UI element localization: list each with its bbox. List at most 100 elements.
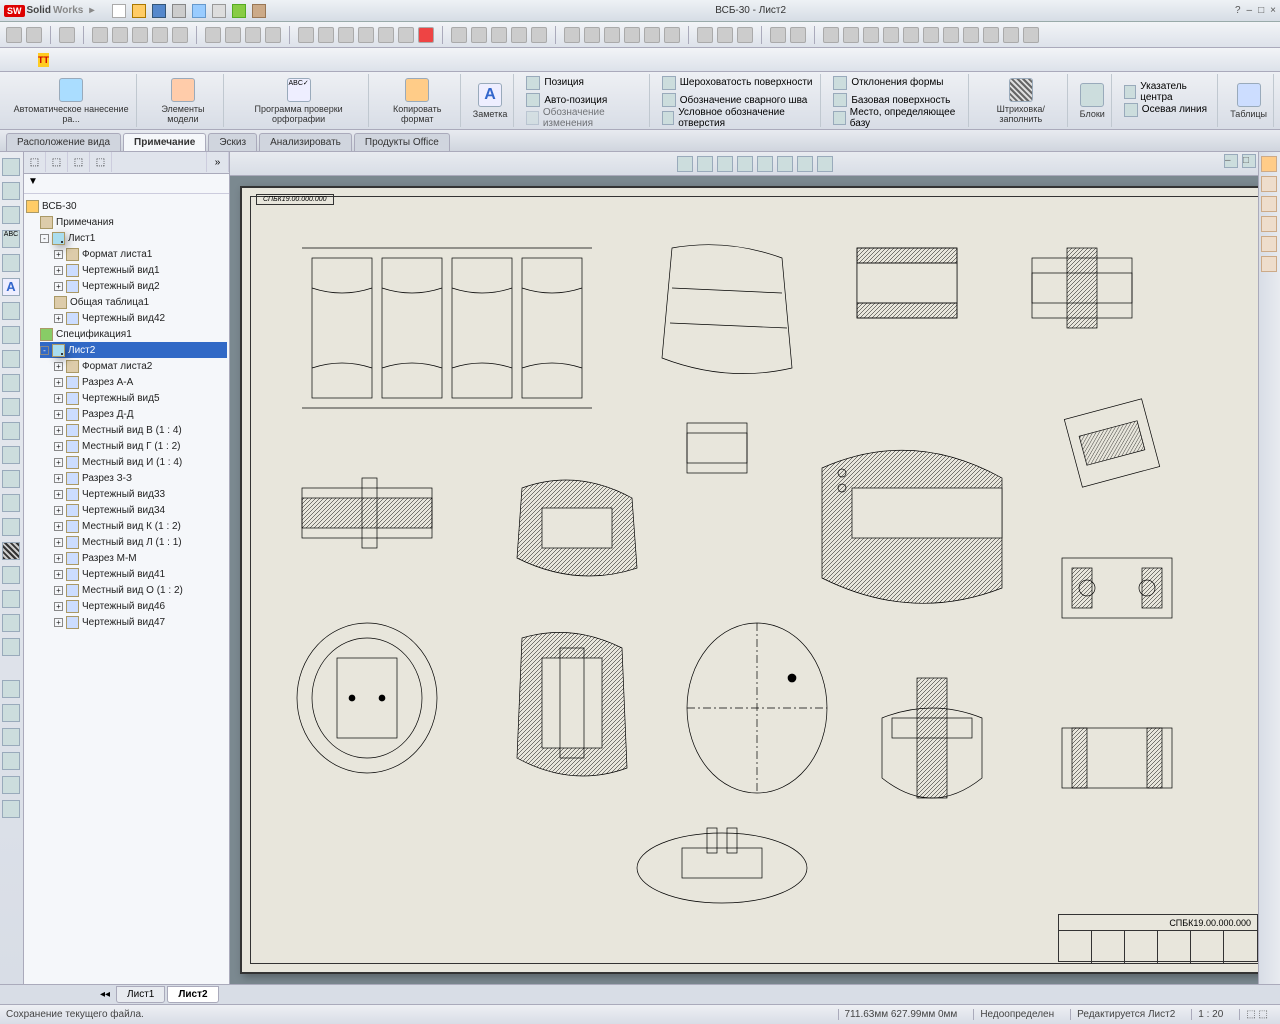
drawing-view[interactable] — [502, 448, 652, 598]
iso-icon[interactable] — [843, 27, 859, 43]
tree-filter[interactable]: ▼ — [24, 174, 229, 194]
ribbon-surface-finish[interactable]: Шероховатость поверхности — [662, 74, 813, 92]
lt-icon[interactable] — [2, 566, 20, 584]
ribbon-position[interactable]: Позиция — [526, 74, 584, 92]
lt-icon[interactable] — [2, 470, 20, 488]
pm-tab-icon[interactable]: ⬚ — [46, 152, 68, 172]
expand-icon[interactable]: + — [54, 442, 63, 451]
tb-icon[interactable] — [152, 27, 168, 43]
tabs-scroll-left-icon[interactable]: ◂◂ — [100, 989, 110, 1000]
flag-icon[interactable] — [418, 27, 434, 43]
close-icon[interactable]: × — [1270, 5, 1276, 16]
ribbon-note[interactable]: AЗаметка — [467, 74, 515, 127]
tree-sheet1[interactable]: -Лист1 — [40, 230, 227, 246]
ribbon-geo-tol[interactable]: Отклонения формы — [833, 74, 943, 92]
tb-icon[interactable] — [245, 27, 261, 43]
undo-icon[interactable] — [192, 4, 206, 18]
tb-icon[interactable] — [205, 27, 221, 43]
help-icon[interactable]: ? — [1235, 5, 1241, 16]
maximize-icon[interactable]: □ — [1258, 5, 1264, 16]
drawing-view[interactable] — [292, 228, 622, 428]
shade-icon[interactable] — [717, 27, 733, 43]
tp-library-icon[interactable] — [1261, 176, 1277, 192]
tree-item[interactable]: +Чертежный вид2 — [54, 278, 227, 294]
hu-icon[interactable] — [677, 156, 693, 172]
lt-icon[interactable] — [2, 326, 20, 344]
shade-icon[interactable] — [737, 27, 753, 43]
expand-icon[interactable]: + — [54, 394, 63, 403]
hu-icon[interactable] — [797, 156, 813, 172]
lt-icon[interactable] — [2, 518, 20, 536]
hu-icon[interactable] — [737, 156, 753, 172]
open-icon[interactable] — [132, 4, 146, 18]
tree-spec[interactable]: Спецификация1 — [40, 326, 227, 342]
tree-item[interactable]: +Разрез А-А — [54, 374, 227, 390]
drawing-view[interactable] — [642, 228, 812, 388]
expand-icon[interactable]: + — [54, 506, 63, 515]
tree-item[interactable]: +Формат листа1 — [54, 246, 227, 262]
tree-sheet2[interactable]: -Лист2 — [40, 342, 227, 358]
tb-icon[interactable] — [26, 27, 42, 43]
lt-icon[interactable] — [2, 728, 20, 746]
view-icon[interactable] — [564, 27, 580, 43]
status-scale[interactable]: 1 : 20 — [1191, 1009, 1229, 1020]
lt-hatch-icon[interactable] — [2, 542, 20, 560]
iso-icon[interactable] — [863, 27, 879, 43]
lt-icon[interactable] — [2, 614, 20, 632]
doc-minimize-icon[interactable]: – — [1224, 154, 1238, 168]
tb-icon[interactable] — [265, 27, 281, 43]
rebuild-icon[interactable] — [232, 4, 246, 18]
hu-icon[interactable] — [817, 156, 833, 172]
tree-item[interactable]: +Местный вид К (1 : 2) — [54, 518, 227, 534]
tb-icon[interactable] — [338, 27, 354, 43]
expand-icon[interactable]: + — [54, 538, 63, 547]
ribbon-rev-symbol[interactable]: Обозначение изменения — [526, 109, 642, 127]
collapse-icon[interactable]: - — [40, 234, 49, 243]
ribbon-hole-callout[interactable]: Условное обозначение отверстия — [662, 109, 815, 127]
tree-item[interactable]: +Чертежный вид1 — [54, 262, 227, 278]
tab-view-layout[interactable]: Расположение вида — [6, 133, 121, 151]
ribbon-spellcheck[interactable]: ABC✓Программа проверки орфографии — [230, 74, 369, 127]
view-icon[interactable] — [664, 27, 680, 43]
tree-item[interactable]: +Местный вид Л (1 : 1) — [54, 534, 227, 550]
tree-item[interactable]: +Формат листа2 — [54, 358, 227, 374]
tb-icon[interactable] — [112, 27, 128, 43]
expand-icon[interactable]: + — [54, 474, 63, 483]
fm-tab-icon[interactable]: ⬚ — [24, 152, 46, 172]
lt-icon[interactable] — [2, 752, 20, 770]
pan-icon[interactable] — [531, 27, 547, 43]
tb-icon[interactable] — [132, 27, 148, 43]
tab-office[interactable]: Продукты Office — [354, 133, 450, 151]
drawing-view[interactable] — [622, 818, 822, 908]
expand-icon[interactable]: + — [54, 426, 63, 435]
tree-item[interactable]: +Чертежный вид46 — [54, 598, 227, 614]
select-arrow-icon[interactable] — [59, 27, 75, 43]
line-icon[interactable] — [770, 27, 786, 43]
drawing-sheet[interactable]: СПБК19.00.000.000 — [240, 186, 1270, 974]
iso-icon[interactable] — [823, 27, 839, 43]
lt-icon[interactable] — [2, 638, 20, 656]
dm-tab-icon[interactable]: ⬚ — [90, 152, 112, 172]
ribbon-center-mark[interactable]: Указатель центра — [1124, 83, 1211, 101]
tree-item[interactable]: +Чертежный вид42 — [54, 310, 227, 326]
drawing-view[interactable] — [1042, 378, 1182, 508]
feature-tree[interactable]: ВСБ-30 Примечания -Лист1 +Формат листа1 … — [24, 194, 229, 984]
tree-item[interactable]: +Чертежный вид47 — [54, 614, 227, 630]
line-icon[interactable] — [790, 27, 806, 43]
iso-icon[interactable] — [963, 27, 979, 43]
sigma-icon[interactable] — [225, 27, 241, 43]
save-icon[interactable] — [152, 4, 166, 18]
tb-icon[interactable] — [6, 27, 22, 43]
tb-icon[interactable] — [358, 27, 374, 43]
lt-icon[interactable] — [2, 704, 20, 722]
minimize-icon[interactable]: – — [1247, 5, 1253, 16]
iso-icon[interactable] — [883, 27, 899, 43]
drawing-view[interactable] — [282, 608, 452, 788]
hu-icon[interactable] — [717, 156, 733, 172]
viewport[interactable]: СПБК19.00.000.000 — [230, 176, 1280, 984]
lt-icon[interactable] — [2, 374, 20, 392]
iso-icon[interactable] — [943, 27, 959, 43]
ribbon-model-items[interactable]: Элементы модели — [143, 74, 223, 127]
ribbon-tables[interactable]: Таблицы — [1224, 74, 1274, 127]
iso-icon[interactable] — [983, 27, 999, 43]
